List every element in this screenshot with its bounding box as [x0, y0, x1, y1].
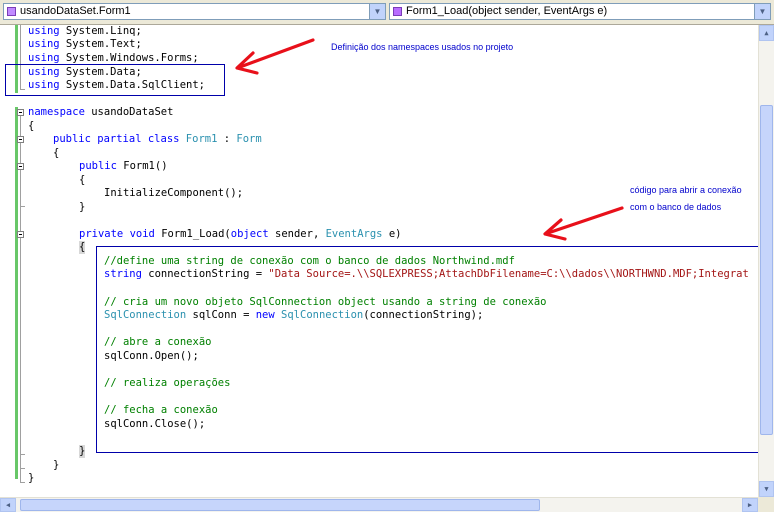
method-icon: [393, 7, 402, 16]
vertical-scroll-thumb[interactable]: [760, 105, 773, 435]
scroll-up-icon[interactable]: ▲: [759, 25, 774, 41]
chevron-down-icon[interactable]: ▼: [754, 4, 770, 19]
navigation-bar: usandoDataSet.Form1 ▼ Form1_Load(object …: [0, 0, 774, 25]
horizontal-scroll-thumb[interactable]: [20, 499, 540, 511]
class-icon: [7, 7, 16, 16]
horizontal-scrollbar[interactable]: ◀ ▶: [0, 497, 758, 512]
member-dropdown[interactable]: Form1_Load(object sender, EventArgs e) ▼: [389, 3, 771, 20]
vertical-scrollbar[interactable]: ▲ ▼: [758, 25, 774, 497]
scroll-down-icon[interactable]: ▼: [759, 481, 774, 497]
scroll-left-icon[interactable]: ◀: [0, 498, 16, 512]
annotation-arrows: [235, 38, 624, 241]
scroll-right-icon[interactable]: ▶: [742, 498, 758, 512]
chevron-down-icon[interactable]: ▼: [369, 4, 385, 19]
scrollbar-corner: [758, 497, 774, 512]
member-dropdown-value: Form1_Load(object sender, EventArgs e): [406, 5, 608, 17]
code-editor[interactable]: using System.Linq; using System.Text; us…: [0, 25, 767, 497]
class-dropdown-value: usandoDataSet.Form1: [20, 5, 131, 17]
class-dropdown[interactable]: usandoDataSet.Form1 ▼: [3, 3, 386, 20]
